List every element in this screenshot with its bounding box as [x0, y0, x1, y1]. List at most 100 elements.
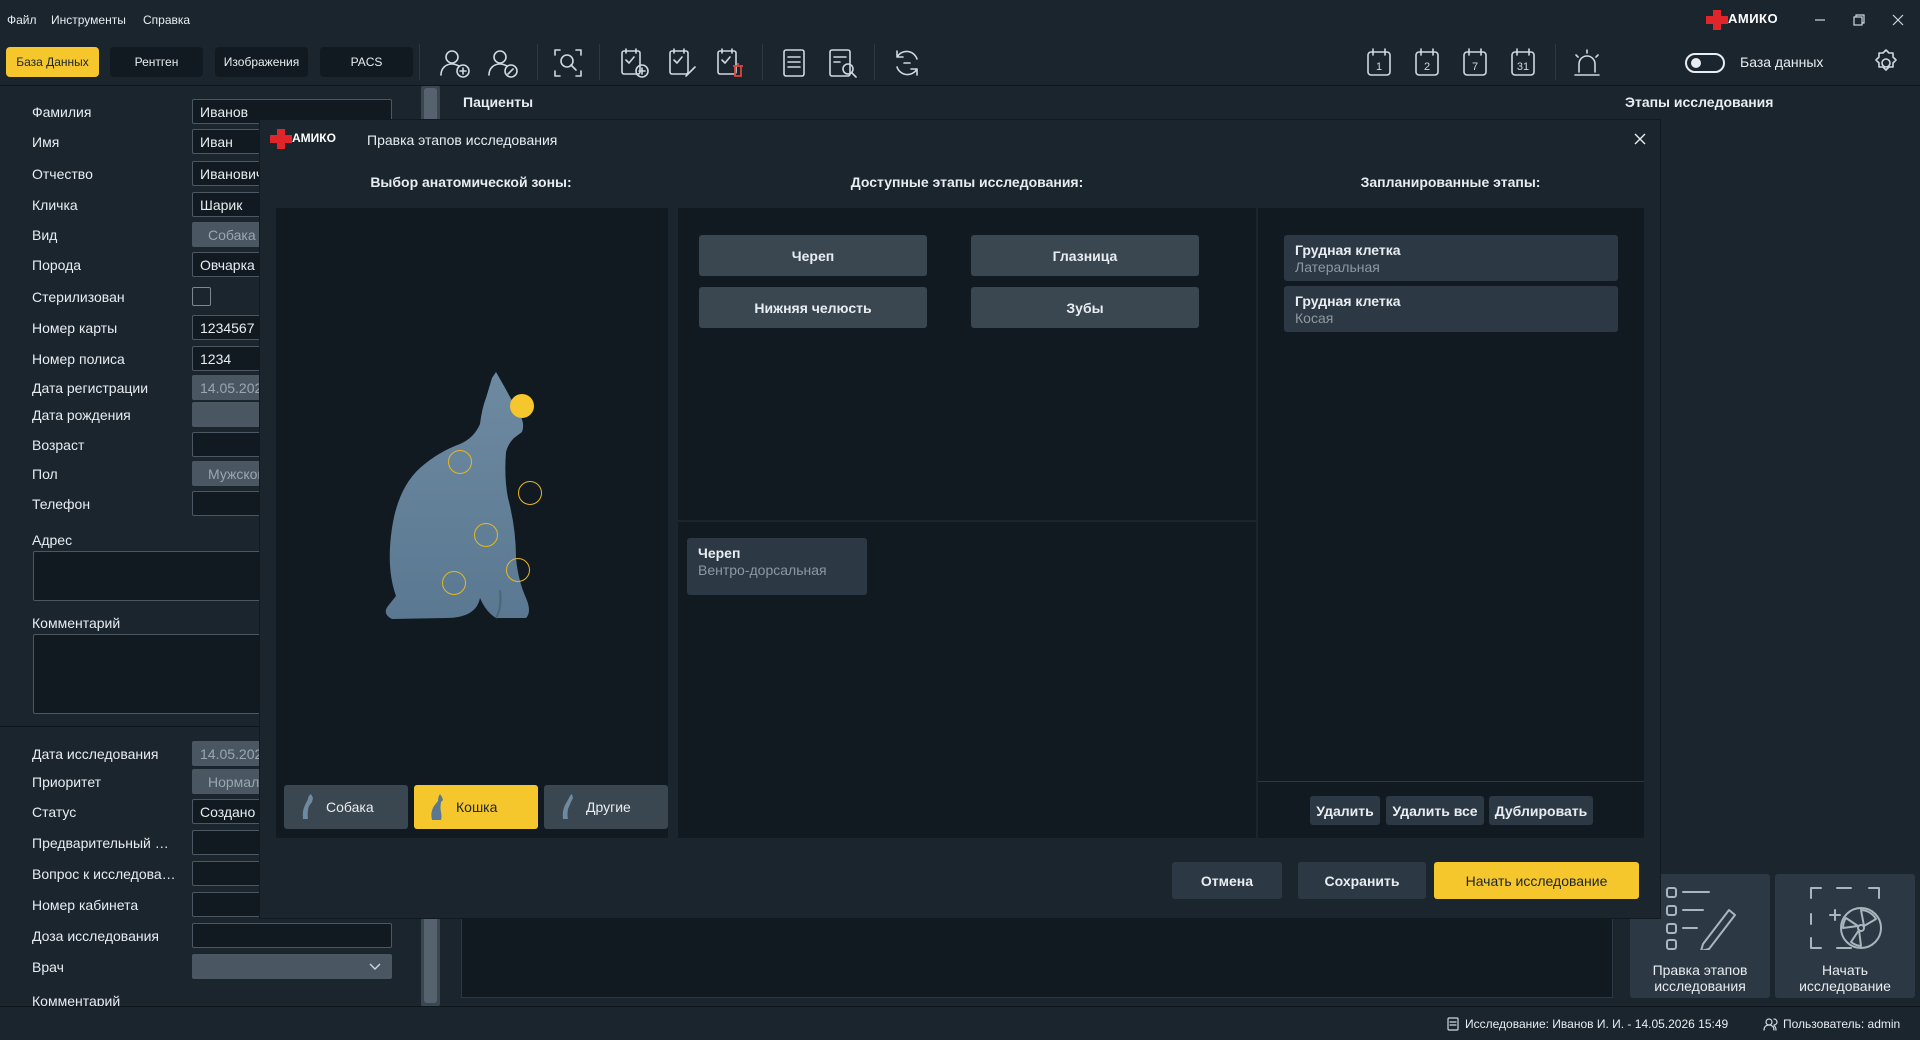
field-label: Приоритет: [32, 774, 102, 790]
field-label: Номер кабинета: [32, 897, 139, 913]
start-study-label-2: исследование: [1799, 978, 1891, 994]
zone-neck-marker[interactable]: [448, 450, 472, 474]
animal-dog-label: Собака: [326, 799, 374, 815]
dose-field[interactable]: [192, 923, 392, 948]
step-jaw-button[interactable]: Нижняя челюсть: [699, 287, 927, 328]
settings-icon[interactable]: [1869, 46, 1903, 80]
tab-images[interactable]: Изображения: [215, 47, 308, 77]
field-label: Доза исследования: [32, 928, 159, 944]
svg-text:7: 7: [1472, 61, 1478, 73]
menu-file[interactable]: Файл: [7, 13, 37, 27]
radiation-scan-icon: [1807, 884, 1883, 952]
comment-label: Комментарий: [32, 615, 121, 631]
projection-card[interactable]: Череп Вентро-дорсальная: [687, 538, 867, 595]
field-label: Врач: [32, 959, 64, 975]
app-logo: АМИКО: [1706, 10, 1788, 30]
duplicate-button[interactable]: Дублировать: [1489, 796, 1593, 825]
animal-other-label: Другие: [586, 799, 631, 815]
anatomy-zone-panel: [276, 208, 668, 838]
step-teeth-button[interactable]: Зубы: [971, 287, 1199, 328]
cancel-button[interactable]: Отмена: [1172, 862, 1282, 899]
field-label: Предварительный …: [32, 835, 169, 851]
search-report-icon[interactable]: [825, 46, 859, 80]
svg-text:1: 1: [1376, 61, 1382, 73]
field-label: Номер карты: [32, 320, 118, 336]
step-skull-button[interactable]: Череп: [699, 235, 927, 276]
animal-dog-button[interactable]: Собака: [284, 785, 408, 829]
zone-head-marker[interactable]: [510, 394, 534, 418]
alarm-icon[interactable]: [1570, 46, 1604, 80]
status-bar: Исследование: Иванов И. И. - 14.05.2026 …: [0, 1006, 1920, 1040]
zone-pelvis-marker[interactable]: [442, 571, 466, 595]
tab-xray[interactable]: Рентген: [110, 47, 203, 77]
animal-other-button[interactable]: Другие: [544, 785, 668, 829]
planned-step-card[interactable]: Грудная клетка Косая: [1284, 286, 1618, 332]
zone-column-title: Выбор анатомической зоны:: [370, 174, 572, 190]
menu-bar: Файл Инструменты Справка АМИКО: [0, 0, 1920, 40]
sync-icon[interactable]: [890, 46, 924, 80]
delete-button[interactable]: Удалить: [1310, 796, 1380, 825]
step-orbit-button[interactable]: Глазница: [971, 235, 1199, 276]
field-label: Дата исследования: [32, 746, 159, 762]
animal-cat-button[interactable]: Кошка: [414, 785, 538, 829]
stages-header: Этапы исследования: [1625, 94, 1774, 110]
start-study-label-1: Начать: [1821, 962, 1869, 978]
calendar-2-icon[interactable]: 2: [1410, 46, 1444, 80]
zone-abdomen-marker[interactable]: [474, 523, 498, 547]
field-label: Порода: [32, 257, 82, 273]
doctor-select[interactable]: [192, 954, 392, 979]
tab-pacs[interactable]: PACS: [320, 47, 413, 77]
field-label: Стерилизован: [32, 289, 125, 305]
tab-database[interactable]: База Данных: [6, 47, 99, 77]
zone-chest-marker[interactable]: [518, 481, 542, 505]
save-button[interactable]: Сохранить: [1298, 862, 1426, 899]
planned-step-subtitle: Латеральная: [1295, 259, 1380, 275]
address-label: Адрес: [32, 532, 73, 548]
planned-step-title: Грудная клетка: [1295, 242, 1401, 258]
calendar-31-icon[interactable]: 31: [1506, 46, 1540, 80]
start-study-dialog-button[interactable]: Начать исследование: [1434, 862, 1639, 899]
field-label: Номер полиса: [32, 351, 125, 367]
close-icon[interactable]: [1632, 131, 1648, 147]
planned-step-card[interactable]: Грудная клетка Латеральная: [1284, 235, 1618, 281]
restore-icon[interactable]: [1851, 12, 1867, 28]
checklist-edit-icon: [1663, 884, 1737, 950]
planned-step-title: Грудная клетка: [1295, 293, 1401, 309]
animal-cat-label: Кошка: [456, 799, 498, 815]
status-study: Исследование: Иванов И. И. - 14.05.2026 …: [1465, 1017, 1729, 1031]
menu-tools[interactable]: Инструменты: [51, 13, 126, 27]
user-icon: [1763, 1017, 1779, 1031]
dog-icon: [302, 794, 313, 819]
other-animal-icon: [562, 794, 573, 819]
available-column-title: Доступные этапы исследования:: [850, 174, 1084, 190]
planned-step-subtitle: Косая: [1295, 310, 1334, 326]
sterilized-checkbox[interactable]: [192, 287, 211, 306]
edit-patient-icon[interactable]: [486, 46, 520, 80]
search-patient-icon[interactable]: [551, 46, 585, 80]
field-label: Статус: [32, 804, 77, 820]
field-label: Возраст: [32, 437, 85, 453]
add-study-icon[interactable]: [617, 46, 651, 80]
report-icon[interactable]: [777, 46, 811, 80]
database-toggle[interactable]: [1685, 53, 1725, 73]
field-label: Кличка: [32, 197, 78, 213]
minimize-icon[interactable]: [1812, 12, 1828, 28]
zone-forelimb-marker[interactable]: [506, 558, 530, 582]
edit-stages-label-2: исследования: [1654, 978, 1746, 994]
edit-study-icon[interactable]: [665, 46, 699, 80]
field-label: Телефон: [32, 496, 91, 512]
delete-study-icon[interactable]: [713, 46, 747, 80]
database-toggle-label: База данных: [1740, 54, 1824, 70]
add-patient-icon[interactable]: [438, 46, 472, 80]
calendar-7-icon[interactable]: 7: [1458, 46, 1492, 80]
svg-text:31: 31: [1517, 61, 1529, 73]
field-label: Пол: [32, 466, 58, 482]
svg-text:2: 2: [1424, 61, 1430, 73]
logo-text: АМИКО: [1728, 11, 1779, 26]
menu-help[interactable]: Справка: [143, 13, 190, 27]
calendar-1-icon[interactable]: 1: [1362, 46, 1396, 80]
close-window-icon[interactable]: [1890, 12, 1906, 28]
field-label: Дата регистрации: [32, 380, 149, 396]
start-study-button[interactable]: Начать исследование: [1775, 874, 1915, 998]
delete-all-button[interactable]: Удалить все: [1386, 796, 1484, 825]
